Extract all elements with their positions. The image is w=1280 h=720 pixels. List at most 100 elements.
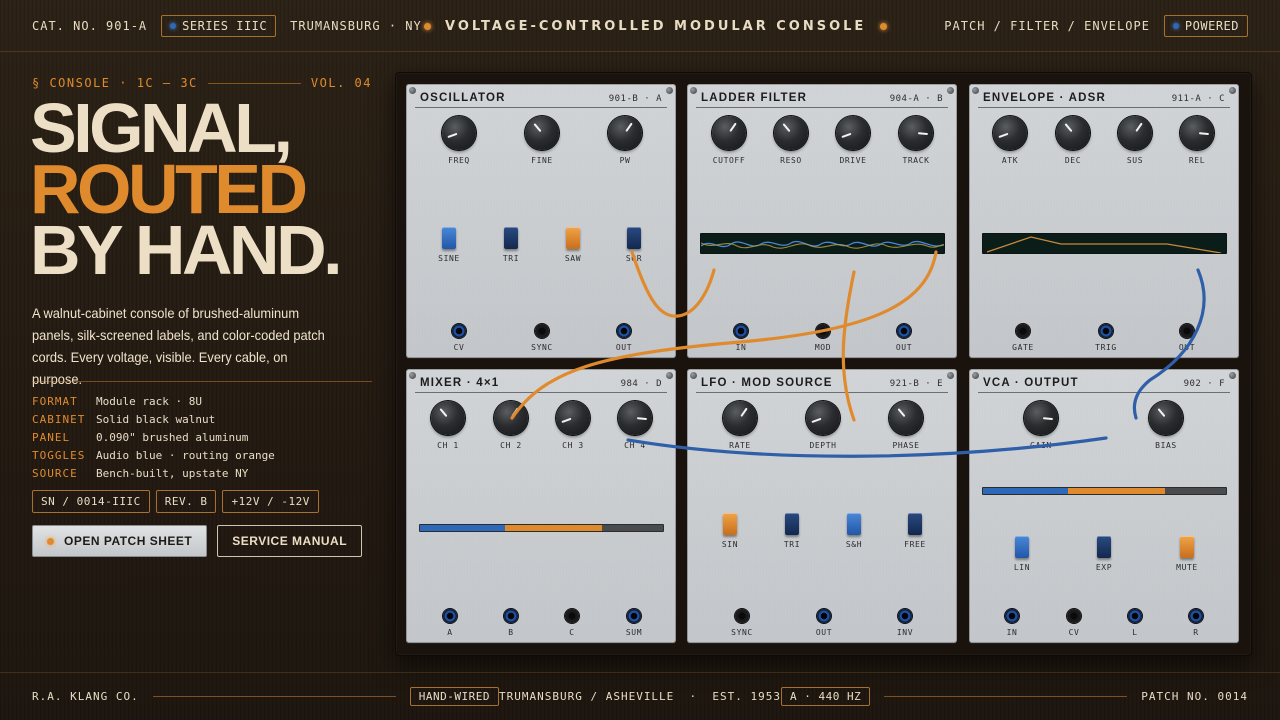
knob-freq[interactable]: FREQ [429,116,489,172]
jack-sync[interactable]: SYNC [522,324,562,352]
toggle-exp[interactable]: EXP [1084,536,1124,572]
jack-socket-icon [1067,609,1081,623]
screw-icon [1229,87,1236,94]
jack-out[interactable]: OUT [1167,324,1207,352]
jack-out[interactable]: OUT [804,609,844,637]
jack-l[interactable]: L [1115,609,1155,637]
toggle-lin[interactable]: LIN [1002,536,1042,572]
knob-atk[interactable]: ATK [980,116,1040,172]
jack-out[interactable]: OUT [604,324,644,352]
toggle-free[interactable]: FREE [895,513,935,549]
knob-cutoff[interactable]: CUTOFF [699,116,759,172]
jack-label: A [447,628,453,637]
jack-sync[interactable]: SYNC [722,609,762,637]
knob-label: CH 2 [500,441,522,450]
open-patch-sheet-button[interactable]: OPEN PATCH SHEET [32,525,208,557]
service-manual-button[interactable]: SERVICE MANUAL [217,525,363,557]
knob-icon [1180,116,1214,150]
knob-icon [442,116,476,150]
jack-c[interactable]: C [552,609,592,637]
toggle-switch [566,227,580,249]
kicker-text: § CONSOLE · 1C — 3C [32,76,198,90]
jack-in[interactable]: IN [992,609,1032,637]
toggle-tri[interactable]: TRI [772,513,812,549]
knob-gain[interactable]: GAIN [1011,401,1071,457]
toggle-switch [1015,536,1029,558]
knob-phase[interactable]: PHASE [876,401,936,457]
knob-icon [1056,116,1090,150]
section-nav[interactable]: PATCH / FILTER / ENVELOPE [944,19,1150,33]
knob-icon [723,401,757,435]
jack-inv[interactable]: INV [885,609,925,637]
toggle-sample-hold[interactable]: S&H [834,513,874,549]
jack-cv[interactable]: CV [439,324,479,352]
knob-rate[interactable]: RATE [710,401,770,457]
toggle-switch [627,227,641,249]
jack-gate[interactable]: GATE [1003,324,1043,352]
toggle-saw[interactable]: SAW [553,227,593,263]
jack-socket-icon [1005,609,1019,623]
knob-ch1[interactable]: CH 1 [418,401,478,457]
knob-reso[interactable]: RESO [761,116,821,172]
knob-ch4[interactable]: CH 4 [605,401,665,457]
jack-in[interactable]: IN [721,324,761,352]
knob-indicator [625,122,633,132]
jack-mod[interactable]: MOD [803,324,843,352]
knob-depth[interactable]: DEPTH [793,401,853,457]
knob-dec[interactable]: DEC [1043,116,1103,172]
knob-label: DRIVE [839,156,867,165]
patch-number: PATCH NO. 0014 [1141,690,1249,703]
module-header: LADDER FILTER 904-A · B [696,90,948,108]
knob-indicator [1135,122,1143,132]
jack-cv[interactable]: CV [1054,609,1094,637]
envelope-curve [986,236,1222,253]
hand-wired-badge: HAND-WIRED [409,687,499,706]
jack-label: INV [896,628,914,637]
jack-label: OUT [615,343,633,352]
knob-label: CH 1 [437,441,459,450]
mixer-level-meter [419,524,664,532]
voltage-tag: +12V / -12V [222,490,319,513]
knob-fine[interactable]: FINE [512,116,572,172]
jack-socket-icon [565,609,579,623]
knob-icon [774,116,808,150]
spec-key: SOURCE [32,466,78,480]
knob-sus[interactable]: SUS [1105,116,1165,172]
module-mixer: MIXER · 4×1 984 · D CH 1 CH 2 CH 3 CH 4 … [406,369,676,643]
knob-indicator [998,132,1009,139]
jack-out[interactable]: OUT [884,324,924,352]
jack-b[interactable]: B [491,609,531,637]
knob-label: DEC [1064,156,1082,165]
toggle-sqr[interactable]: SQR [614,227,654,263]
toggle-sin[interactable]: SIN [710,513,750,549]
knob-ch3[interactable]: CH 3 [543,401,603,457]
module-lfo-mod-source: LFO · MOD SOURCE 921-B · E RATE DEPTH PH… [687,369,957,643]
spec-row: TOGGLES Audio blue · routing orange [32,446,372,464]
jack-socket-icon [1016,324,1030,338]
knob-icon [993,116,1027,150]
jack-a[interactable]: A [430,609,470,637]
module-header: ENVELOPE · ADSR 911-A · C [978,90,1230,108]
knob-rel[interactable]: REL [1167,116,1227,172]
module-title: ENVELOPE · ADSR [983,92,1107,104]
knob-icon [1118,116,1152,150]
knob-label: REL [1188,156,1206,165]
maker-name: R.A. KLANG CO. [32,690,139,703]
knob-drive[interactable]: DRIVE [823,116,883,172]
knob-indicator [841,132,852,139]
toggle-sine[interactable]: SINE [429,227,469,263]
toggle-mute[interactable]: MUTE [1167,536,1207,572]
jack-trig[interactable]: TRIG [1086,324,1126,352]
jack-r[interactable]: R [1176,609,1216,637]
jack-sum[interactable]: SUM [614,609,654,637]
toggle-label: MUTE [1176,563,1198,572]
jack-socket-icon [897,324,911,338]
toggle-tri[interactable]: TRI [491,227,531,263]
toggle-label: S&H [845,540,863,549]
module-header: OSCILLATOR 901-B · A [415,90,667,108]
knob-pw[interactable]: PW [595,116,655,172]
knob-icon [899,116,933,150]
knob-ch2[interactable]: CH 2 [481,401,541,457]
knob-bias[interactable]: BIAS [1136,401,1196,457]
knob-track[interactable]: TRACK [886,116,946,172]
